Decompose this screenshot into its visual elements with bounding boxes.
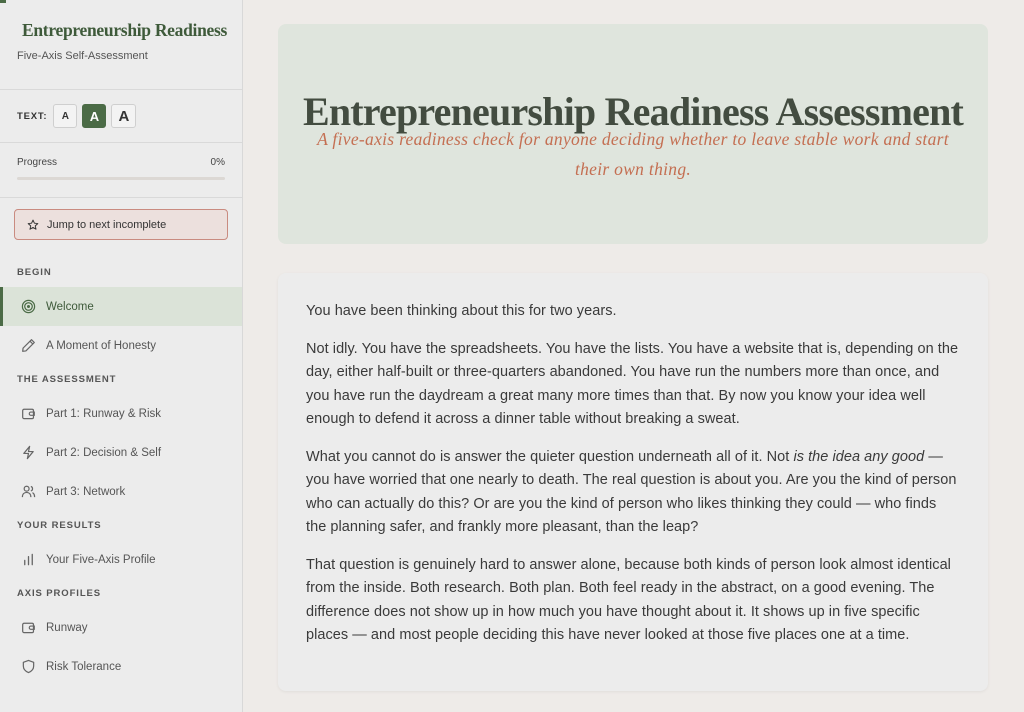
hero-banner: Entrepreneurship Readiness Assessment A … (278, 24, 988, 244)
sidebar-item-label: Your Five-Axis Profile (46, 553, 156, 566)
progress-value: 0% (210, 157, 225, 168)
intro-paragraph-4: That question is genuinely hard to answe… (306, 556, 951, 644)
sidebar-item-runway[interactable]: Runway (0, 608, 242, 647)
bar-chart-icon (24, 553, 33, 566)
brand-title: Entrepreneurship Readiness (22, 20, 227, 40)
intro-card: You have been thinking about this for tw… (278, 273, 988, 691)
sidebar-item-label: Runway (46, 621, 88, 634)
sidebar-item-label: Risk Tolerance (46, 660, 122, 673)
sidebar-item-honesty[interactable]: A Moment of Honesty (0, 326, 242, 365)
sidebar-item-welcome[interactable]: Welcome (0, 287, 242, 326)
users-icon (21, 485, 36, 498)
text-size-small-button[interactable]: A (53, 104, 78, 128)
sidebar-item-part1[interactable]: Part 1: Runway & Risk (0, 394, 242, 433)
intro-paragraph-3: What you cannot do is answer the quieter… (306, 446, 960, 540)
intro-paragraph-3-part-a: What you cannot do is answer the quieter… (306, 448, 794, 465)
target-icon (21, 299, 36, 314)
shield-icon (22, 659, 35, 674)
text-size-medium-button[interactable]: A (82, 104, 107, 128)
sidebar-item-label: Part 2: Decision & Self (46, 446, 162, 459)
intro-paragraph-2: Not idly. You have the spreadsheets. You… (306, 340, 959, 428)
jump-label: Jump to next incomplete (47, 218, 167, 231)
text-size-large-button[interactable]: A (111, 104, 137, 128)
page-subtitle: A five-axis readiness check for anyone d… (317, 129, 949, 179)
divider (0, 197, 242, 198)
progress-bar (17, 177, 225, 180)
sidebar-item-label: Part 1: Runway & Risk (46, 407, 162, 420)
wallet-icon (22, 622, 35, 634)
lightning-icon (23, 445, 34, 460)
progress-label: Progress (17, 157, 58, 168)
section-label-begin: BEGIN (17, 267, 52, 278)
brand-subtitle: Five-Axis Self-Assessment (17, 50, 148, 62)
intro-paragraph-1: You have been thinking about this for tw… (306, 303, 617, 319)
progress-section: Progress 0% (0, 143, 242, 197)
sidebar-item-label: Welcome (46, 300, 94, 313)
intro-paragraph-3-emphasis: is the idea any good (793, 448, 925, 465)
star-icon (27, 219, 39, 230)
sidebar-item-label: A Moment of Honesty (46, 339, 156, 352)
sidebar-item-profile[interactable]: Your Five-Axis Profile (0, 540, 242, 579)
section-label-assessment: THE ASSESSMENT (17, 374, 117, 385)
sidebar-top-accent (0, 0, 6, 3)
sidebar-item-label: Part 3: Network (46, 485, 126, 498)
sidebar-item-part3[interactable]: Part 3: Network (0, 472, 242, 511)
sidebar-item-part2[interactable]: Part 2: Decision & Self (0, 433, 242, 472)
section-label-profiles: AXIS PROFILES (17, 588, 102, 599)
section-label-results: YOUR RESULTS (17, 520, 102, 531)
sidebar-item-risk[interactable]: Risk Tolerance (0, 647, 242, 686)
wallet-icon (22, 408, 35, 420)
text-size-label: TEXT: (17, 110, 48, 122)
pencil-icon (22, 339, 35, 352)
brand[interactable]: Entrepreneurship Readiness (0, 0, 242, 41)
text-size-control: TEXT: A A A (0, 90, 242, 142)
jump-to-next-incomplete-button[interactable]: Jump to next incomplete (14, 209, 228, 240)
sidebar: Entrepreneurship Readiness Five-Axis Sel… (0, 0, 243, 712)
